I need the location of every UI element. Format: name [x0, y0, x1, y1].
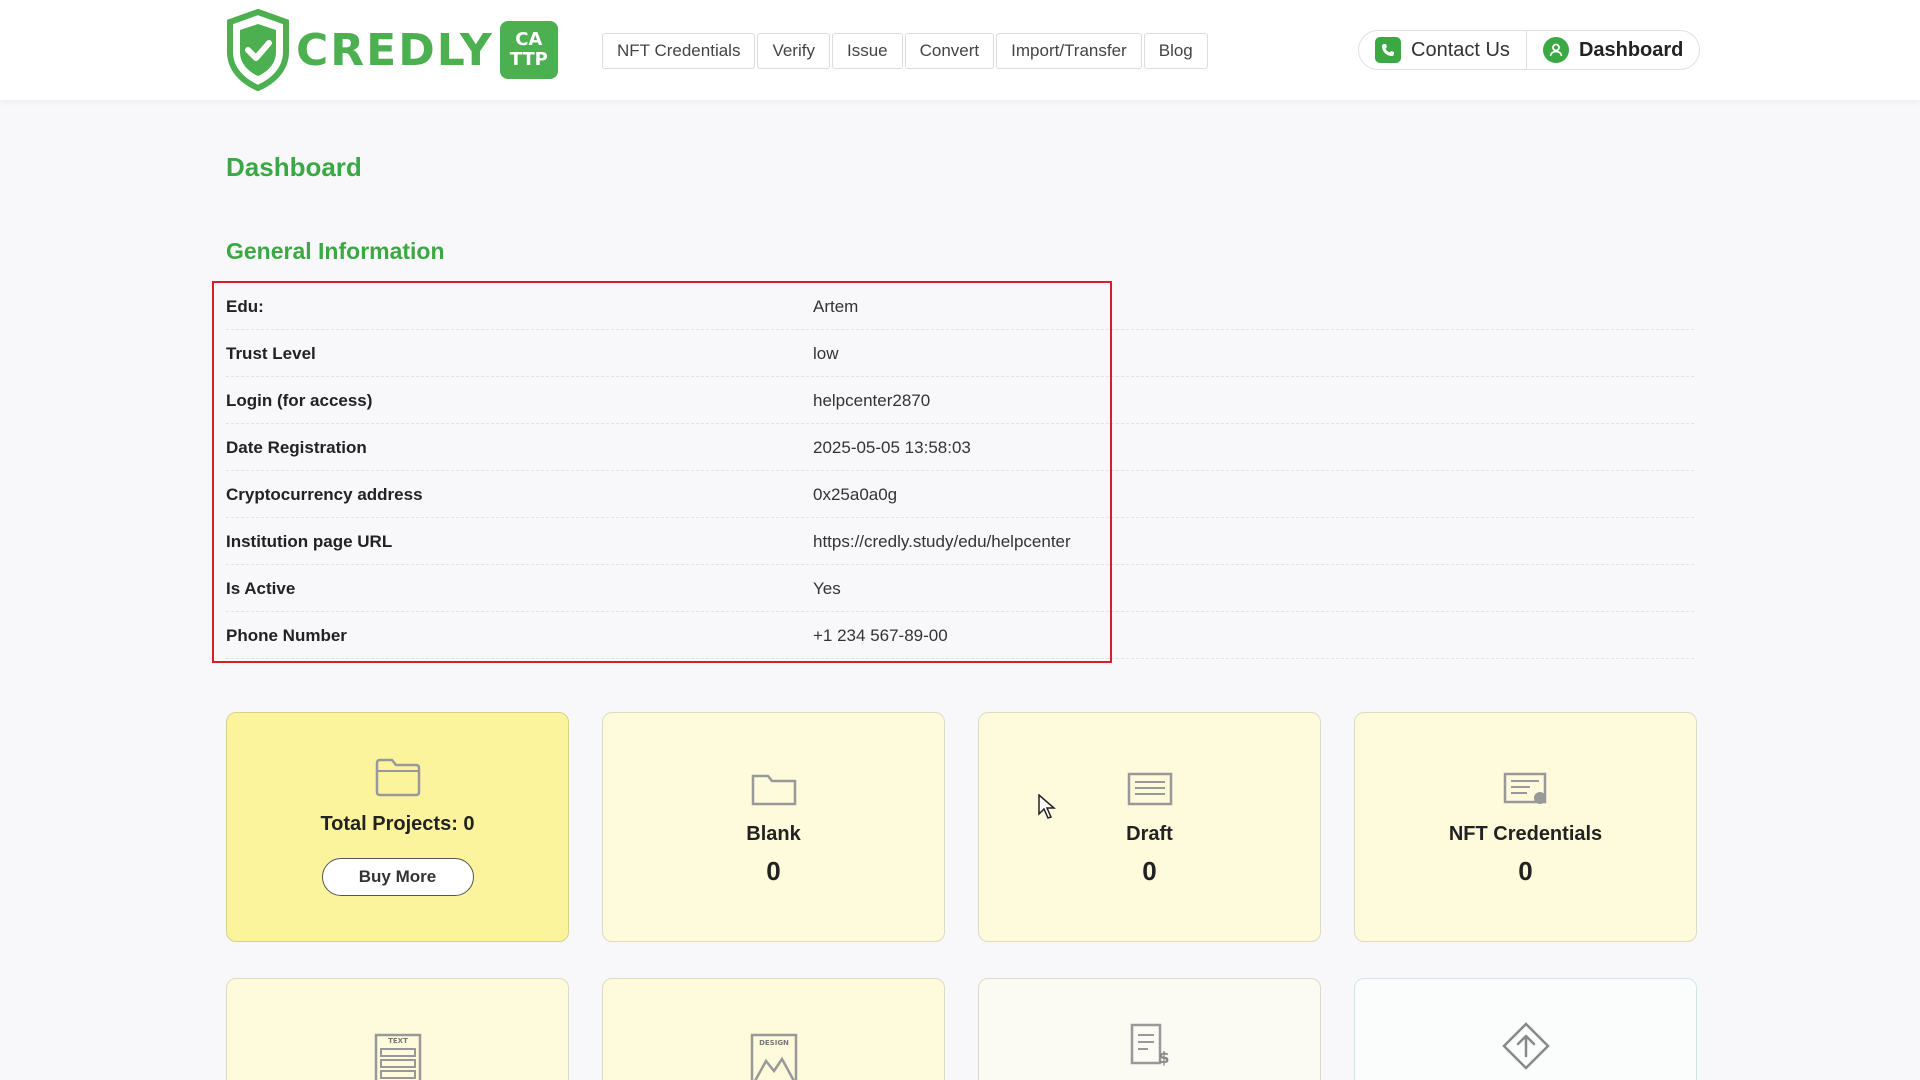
text-template-card[interactable]: TEXT: [226, 978, 569, 1080]
dashboard-label: Dashboard: [1578, 38, 1684, 61]
info-label: Login (for access): [226, 391, 373, 410]
info-label: Edu:: [226, 297, 264, 316]
general-info-table: Edu: Artem Trust Level low Login (for ac…: [226, 283, 1694, 659]
logo-wordmark: CREDLY: [296, 24, 494, 76]
shield-check-icon: [227, 8, 289, 92]
main-nav: NFT Credentials Verify Issue Convert Imp…: [602, 33, 1208, 69]
info-label: Date Registration: [226, 438, 367, 457]
total-projects-card: Total Projects: 0 Buy More: [226, 712, 569, 942]
draft-document-icon: [1127, 772, 1172, 806]
draft-card[interactable]: Draft 0: [978, 712, 1321, 942]
info-label: Cryptocurrency address: [226, 485, 423, 504]
info-row-trust-level: Trust Level low: [226, 330, 1694, 377]
upload-diamond-icon: [1501, 1022, 1550, 1070]
section-title: General Information: [226, 238, 445, 264]
total-projects-label: Total Projects: 0: [320, 813, 475, 835]
info-value: helpcenter2870: [813, 391, 931, 410]
info-label: Institution page URL: [226, 532, 393, 551]
top-header: CREDLY CA TTP NFT Credentials Verify Iss…: [0, 0, 1920, 100]
blank-folder-icon: [751, 774, 796, 806]
design-template-card[interactable]: DESIGN: [602, 978, 945, 1080]
draft-count: 0: [1142, 856, 1157, 886]
info-row-crypto-address: Cryptocurrency address 0x25a0a0g: [226, 471, 1694, 518]
info-value: 2025-05-05 13:58:03: [813, 438, 971, 457]
mouse-cursor-icon: [1038, 794, 1056, 819]
contact-us-button[interactable]: Contact Us: [1359, 31, 1526, 69]
nft-credentials-count: 0: [1518, 856, 1533, 886]
logo-badge: CA TTP: [499, 21, 558, 79]
text-icon-label: TEXT: [388, 1037, 408, 1045]
transfer-card[interactable]: [1354, 978, 1697, 1080]
info-value: Yes: [813, 579, 841, 598]
certificate-icon: [1503, 772, 1546, 804]
info-label: Phone Number: [226, 626, 347, 645]
info-row-institution-url: Institution page URL https://credly.stud…: [226, 518, 1694, 565]
info-label: Is Active: [226, 579, 296, 598]
blank-count: 0: [766, 856, 781, 886]
info-row-is-active: Is Active Yes: [226, 565, 1694, 612]
folder-icon: [375, 758, 420, 797]
user-icon: [1542, 37, 1569, 63]
info-value: 0x25a0a0g: [813, 485, 898, 504]
info-label: Trust Level: [226, 344, 316, 363]
nav-verify[interactable]: Verify: [757, 33, 830, 69]
nav-blog[interactable]: Blog: [1143, 33, 1208, 69]
info-value: +1 234 567-89-00: [813, 626, 948, 645]
dashboard-button[interactable]: Dashboard: [1525, 31, 1699, 69]
nav-convert[interactable]: Convert: [904, 33, 995, 69]
text-template-icon: TEXT: [374, 1033, 421, 1080]
buy-more-button[interactable]: Buy More: [321, 858, 474, 896]
draft-label: Draft: [1126, 823, 1173, 845]
nav-nft-credentials[interactable]: NFT Credentials: [602, 33, 756, 69]
info-row-phone: Phone Number +1 234 567-89-00: [226, 612, 1694, 659]
blank-label: Blank: [746, 823, 801, 845]
credly-logo[interactable]: CREDLY CA TTP: [224, 8, 558, 92]
contact-us-label: Contact Us: [1411, 38, 1510, 61]
invoice-dollar-icon: $: [1130, 1023, 1169, 1067]
nav-import-transfer[interactable]: Import/Transfer: [996, 33, 1142, 69]
phone-icon: [1375, 37, 1401, 63]
invoice-card[interactable]: $: [978, 978, 1321, 1080]
design-template-icon: DESIGN: [750, 1033, 797, 1080]
design-icon-label: DESIGN: [759, 1039, 789, 1047]
info-value[interactable]: https://credly.study/edu/helpcenter: [813, 532, 1071, 552]
info-value: low: [813, 344, 839, 363]
page-title: Dashboard: [226, 152, 362, 182]
info-row-login: Login (for access) helpcenter2870: [226, 377, 1694, 424]
nav-issue[interactable]: Issue: [831, 33, 903, 69]
info-value: Artem: [813, 297, 859, 316]
info-row-edu: Edu: Artem: [226, 283, 1694, 330]
header-actions: Contact Us Dashboard: [1358, 30, 1701, 70]
info-row-date-registration: Date Registration 2025-05-05 13:58:03: [226, 424, 1694, 471]
logo-badge-top: CA: [515, 29, 543, 50]
nft-credentials-card[interactable]: NFT Credentials 0: [1354, 712, 1697, 942]
nft-credentials-label: NFT Credentials: [1448, 823, 1603, 845]
blank-card[interactable]: Blank 0: [602, 712, 945, 942]
logo-badge-bottom: TTP: [509, 49, 548, 70]
svg-text:$: $: [1158, 1048, 1169, 1067]
